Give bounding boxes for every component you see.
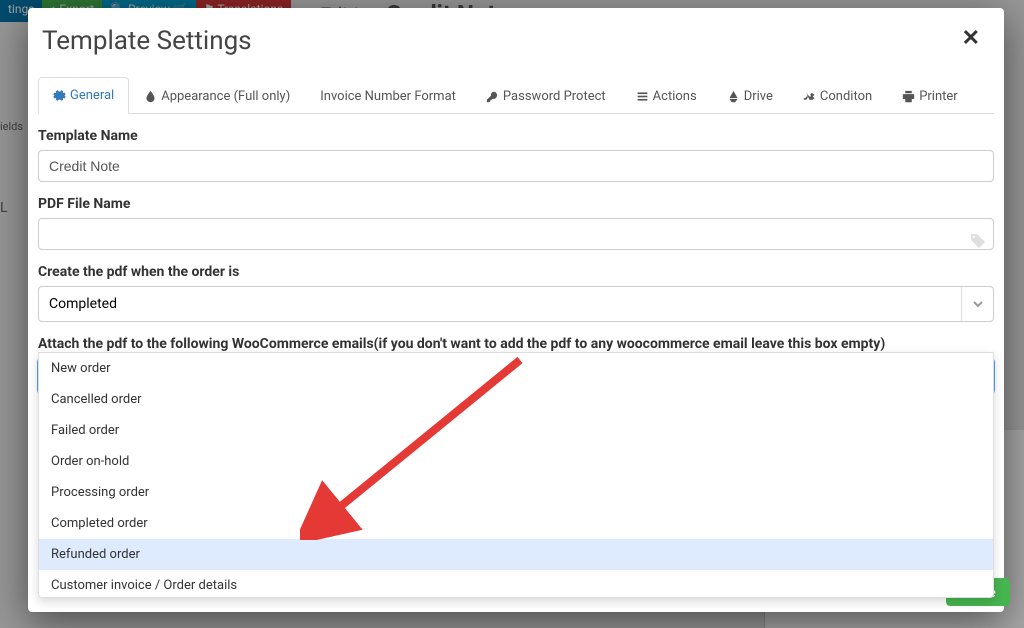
tab-printer-label: Printer <box>919 89 958 104</box>
tab-general[interactable]: General <box>38 77 129 114</box>
tab-drive[interactable]: Drive <box>712 77 788 114</box>
template-name-label: Template Name <box>38 128 994 144</box>
tab-invoice-number-label: Invoice Number Format <box>320 89 456 104</box>
option-cancelled-order[interactable]: Cancelled order <box>39 384 993 394</box>
form-body: Template Name PDF File Name Create the p… <box>28 114 1004 394</box>
chevron-down-icon <box>961 287 993 321</box>
tab-invoice-number[interactable]: Invoice Number Format <box>305 77 471 114</box>
tab-actions[interactable]: Actions <box>621 77 712 114</box>
create-when-value: Completed <box>39 289 961 319</box>
template-name-input[interactable] <box>38 150 994 182</box>
close-icon[interactable]: ✕ <box>958 26 984 51</box>
random-icon <box>803 90 816 103</box>
pdf-filename-input[interactable] <box>38 218 994 250</box>
tab-printer[interactable]: Printer <box>887 77 973 114</box>
attach-emails-label: Attach the pdf to the following WooComme… <box>38 336 994 352</box>
tab-appearance-label: Appearance (Full only) <box>161 89 290 104</box>
tab-password[interactable]: Password Protect <box>471 77 621 114</box>
option-new-order[interactable]: New order <box>39 353 993 384</box>
tint-icon <box>144 90 157 103</box>
modal-template-settings: Template Settings ✕ General Appearance (… <box>28 8 1004 612</box>
attach-emails-dropdown: New order Cancelled order Failed order O… <box>38 352 994 394</box>
tab-actions-label: Actions <box>653 89 697 104</box>
create-when-label: Create the pdf when the order is <box>38 264 994 280</box>
tab-condition-label: Conditon <box>820 89 872 104</box>
modal-title: Template Settings <box>42 26 252 56</box>
tab-general-label: General <box>70 88 114 103</box>
create-when-select[interactable]: Completed <box>38 286 994 322</box>
cloud-icon <box>727 90 740 103</box>
tab-condition[interactable]: Conditon <box>788 77 887 114</box>
pdf-filename-label: PDF File Name <box>38 196 994 212</box>
modal-header: Template Settings ✕ <box>28 8 1004 66</box>
print-icon <box>902 90 915 103</box>
tab-appearance[interactable]: Appearance (Full only) <box>129 77 305 114</box>
tab-password-label: Password Protect <box>503 89 606 104</box>
tab-drive-label: Drive <box>744 89 773 104</box>
cog-icon <box>53 89 66 102</box>
tags-icon[interactable] <box>970 233 986 249</box>
tabs: General Appearance (Full only) Invoice N… <box>38 76 994 114</box>
key-icon <box>486 90 499 103</box>
lines-icon <box>636 90 649 103</box>
